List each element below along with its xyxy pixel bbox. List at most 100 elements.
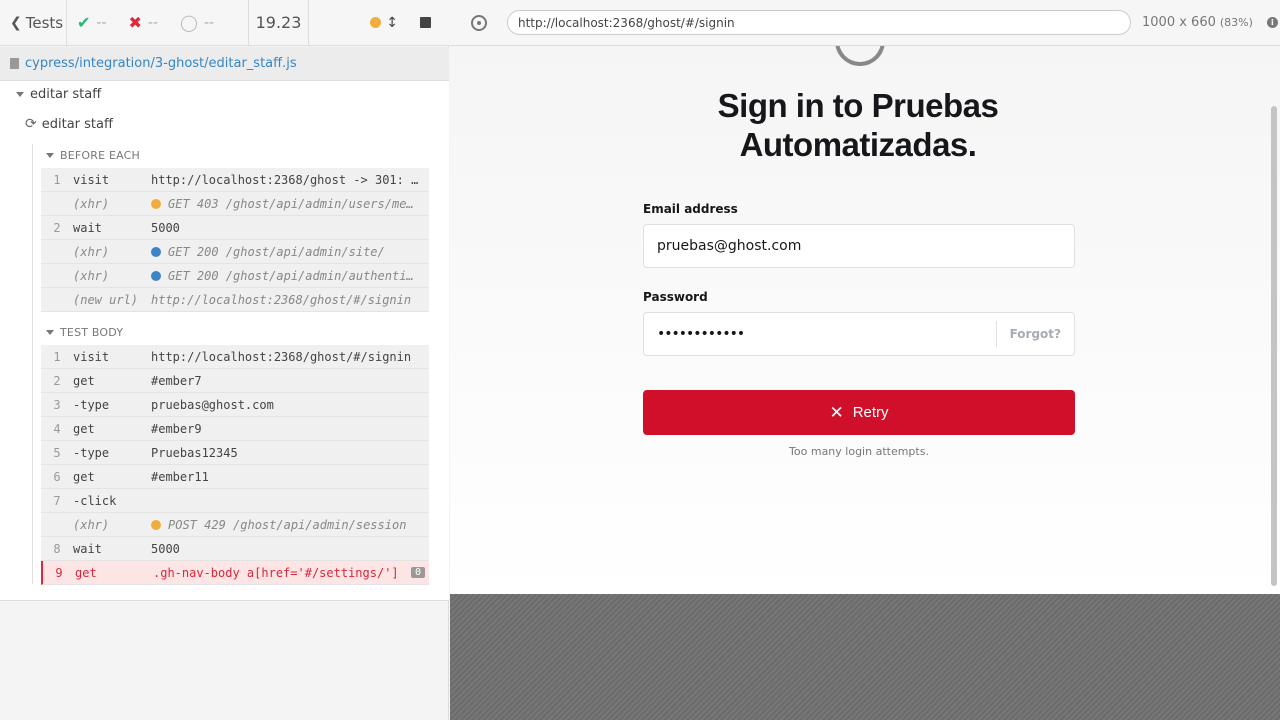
command-row-failed[interactable]: 9 get .gh-nav-body a[href='#/settings/'] 0 — [41, 561, 429, 585]
runner-controls: ↕ — [309, 0, 449, 45]
reporter-panel: ❮ Tests ✔ -- ✖ -- ◯ -- 19.23 ↕ cypress/inte… — [0, 0, 449, 720]
command-row[interactable]: 4 get #ember9 — [41, 417, 429, 441]
command-name: (xhr) — [73, 196, 110, 211]
caret-down-icon — [46, 153, 54, 158]
info-icon[interactable]: i — [1266, 17, 1278, 28]
command-name: -type — [73, 445, 110, 460]
command-name: (new url) — [73, 292, 139, 307]
spec-path[interactable]: cypress/integration/3-ghost/editar_staff… — [0, 47, 449, 81]
command-row[interactable]: 8 wait 5000 — [41, 537, 429, 561]
status-dot-icon — [151, 246, 161, 257]
command-number: 9 — [55, 565, 63, 580]
close-icon: ✕ — [829, 402, 844, 422]
command-name: wait — [73, 220, 102, 235]
command-name: get — [73, 373, 95, 388]
reporter-header: ❮ Tests ✔ -- ✖ -- ◯ -- 19.23 ↕ — [0, 0, 449, 46]
command-row[interactable]: 2 get #ember7 — [41, 369, 429, 393]
command-number: 8 — [53, 541, 61, 556]
command-row[interactable]: (xhr) GET 403 /ghost/api/admin/users/me… — [41, 192, 429, 216]
command-row[interactable]: 6 get #ember11 — [41, 465, 429, 489]
command-number: 2 — [53, 220, 61, 235]
command-message: http://localhost:2368/ghost -> 301: … — [151, 172, 419, 187]
command-name: get — [75, 565, 97, 580]
command-row[interactable]: 7 -click — [41, 489, 429, 513]
command-message: GET 200 /ghost/api/admin/authenti… — [151, 269, 429, 283]
stop-icon[interactable] — [420, 17, 431, 28]
command-row[interactable]: (new url) http://localhost:2368/ghost/#/s… — [41, 288, 429, 312]
command-number: 4 — [53, 421, 61, 436]
command-row[interactable]: (xhr) POST 429 /ghost/api/admin/session — [41, 513, 429, 537]
command-message: GET 403 /ghost/api/admin/users/me… — [151, 197, 429, 211]
status-dot-icon — [151, 198, 161, 209]
chevron-left-icon: ❮ — [10, 14, 22, 31]
scrollbar[interactable] — [1271, 106, 1277, 586]
test-tree: editar staff ⟳ editar staff BEFORE EACH 1… — [0, 81, 449, 601]
circle-icon: ◯ — [180, 13, 198, 32]
tests-label: Tests — [25, 13, 64, 32]
command-message: POST 429 /ghost/api/admin/session — [151, 518, 429, 532]
error-note: Too many login attempts. — [789, 445, 929, 458]
command-number: 1 — [53, 172, 61, 187]
logo-icon — [835, 46, 885, 66]
email-label: Email address — [643, 202, 738, 216]
aut-frame: Sign in to Pruebas Automatizadas. Email … — [450, 46, 1280, 594]
command-message: Pruebas12345 — [151, 445, 238, 460]
password-label: Password — [643, 290, 708, 304]
command-row[interactable]: 2 wait 5000 — [41, 216, 429, 240]
passed-stat: ✔ -- — [77, 13, 107, 32]
retry-button[interactable]: ✕ Retry — [643, 390, 1075, 435]
command-row[interactable]: (xhr) GET 200 /ghost/api/admin/site/ — [41, 240, 429, 264]
running-dot-icon — [370, 17, 382, 28]
password-field[interactable]: •••••••••••• Forgot? — [643, 312, 1075, 356]
command-message: 5000 — [151, 220, 180, 235]
command-number: 3 — [53, 397, 61, 412]
command-name: (xhr) — [73, 268, 110, 283]
command-number: 2 — [53, 373, 61, 388]
selector-playground-icon[interactable] — [471, 14, 487, 31]
command-name: (xhr) — [73, 517, 110, 532]
duration: 19.23 — [249, 0, 309, 45]
failed-stat: ✖ -- — [128, 13, 159, 32]
command-message: 5000 — [151, 541, 180, 556]
command-message: #ember9 — [151, 421, 202, 436]
command-message: #ember7 — [151, 373, 202, 388]
tests-button[interactable]: ❮ Tests — [0, 0, 67, 45]
command-name: get — [73, 469, 95, 484]
command-message: http://localhost:2368/ghost/#/signin — [151, 349, 412, 364]
caret-down-icon — [16, 92, 24, 97]
app-preview: http://localhost:2368/ghost/#/signin 100… — [450, 0, 1280, 720]
command-name: (xhr) — [73, 244, 110, 259]
command-message: pruebas@ghost.com — [151, 397, 274, 412]
check-icon: ✔ — [77, 13, 91, 32]
viewport-info: 1000 x 660 (83%) i — [1142, 15, 1278, 30]
command-row[interactable]: 5 -type Pruebas12345 — [41, 441, 429, 465]
refresh-icon: ⟳ — [25, 116, 37, 132]
test-body-title[interactable]: TEST BODY — [46, 326, 123, 339]
x-icon: ✖ — [128, 13, 142, 32]
status-dot-icon — [151, 519, 161, 530]
url-field[interactable]: http://localhost:2368/ghost/#/signin — [507, 10, 1131, 35]
caret-down-icon — [46, 330, 54, 335]
auto-scroll-toggle[interactable]: ↕ — [370, 15, 398, 31]
command-number: 5 — [53, 445, 61, 460]
command-name: -click — [73, 493, 117, 508]
command-name: -type — [73, 397, 110, 412]
command-number: 6 — [53, 469, 61, 484]
command-row[interactable]: (xhr) GET 200 /ghost/api/admin/authenti… — [41, 264, 429, 288]
test-title[interactable]: ⟳ editar staff — [25, 116, 113, 132]
email-field[interactable]: pruebas@ghost.com — [643, 224, 1075, 268]
command-message: http://localhost:2368/ghost/#/signin — [151, 292, 412, 307]
url-bar: http://localhost:2368/ghost/#/signin 100… — [450, 0, 1280, 46]
suite-title[interactable]: editar staff — [16, 87, 101, 102]
command-message: .gh-nav-body a[href='#/settings/'] — [153, 565, 399, 580]
command-row[interactable]: 1 visit http://localhost:2368/ghost/#/sign… — [41, 345, 429, 369]
updown-arrow-icon: ↕ — [386, 14, 398, 31]
spec-path-label: cypress/integration/3-ghost/editar_staff… — [25, 56, 297, 71]
signin-title: Sign in to Pruebas Automatizadas. — [717, 87, 999, 163]
tree-line — [32, 144, 33, 584]
element-count-badge: 0 — [410, 567, 425, 578]
command-row[interactable]: 3 -type pruebas@ghost.com — [41, 393, 429, 417]
forgot-button[interactable]: Forgot? — [995, 321, 1074, 347]
before-each-title[interactable]: BEFORE EACH — [46, 149, 140, 162]
command-row[interactable]: 1 visit http://localhost:2368/ghost -> 301… — [41, 168, 429, 192]
